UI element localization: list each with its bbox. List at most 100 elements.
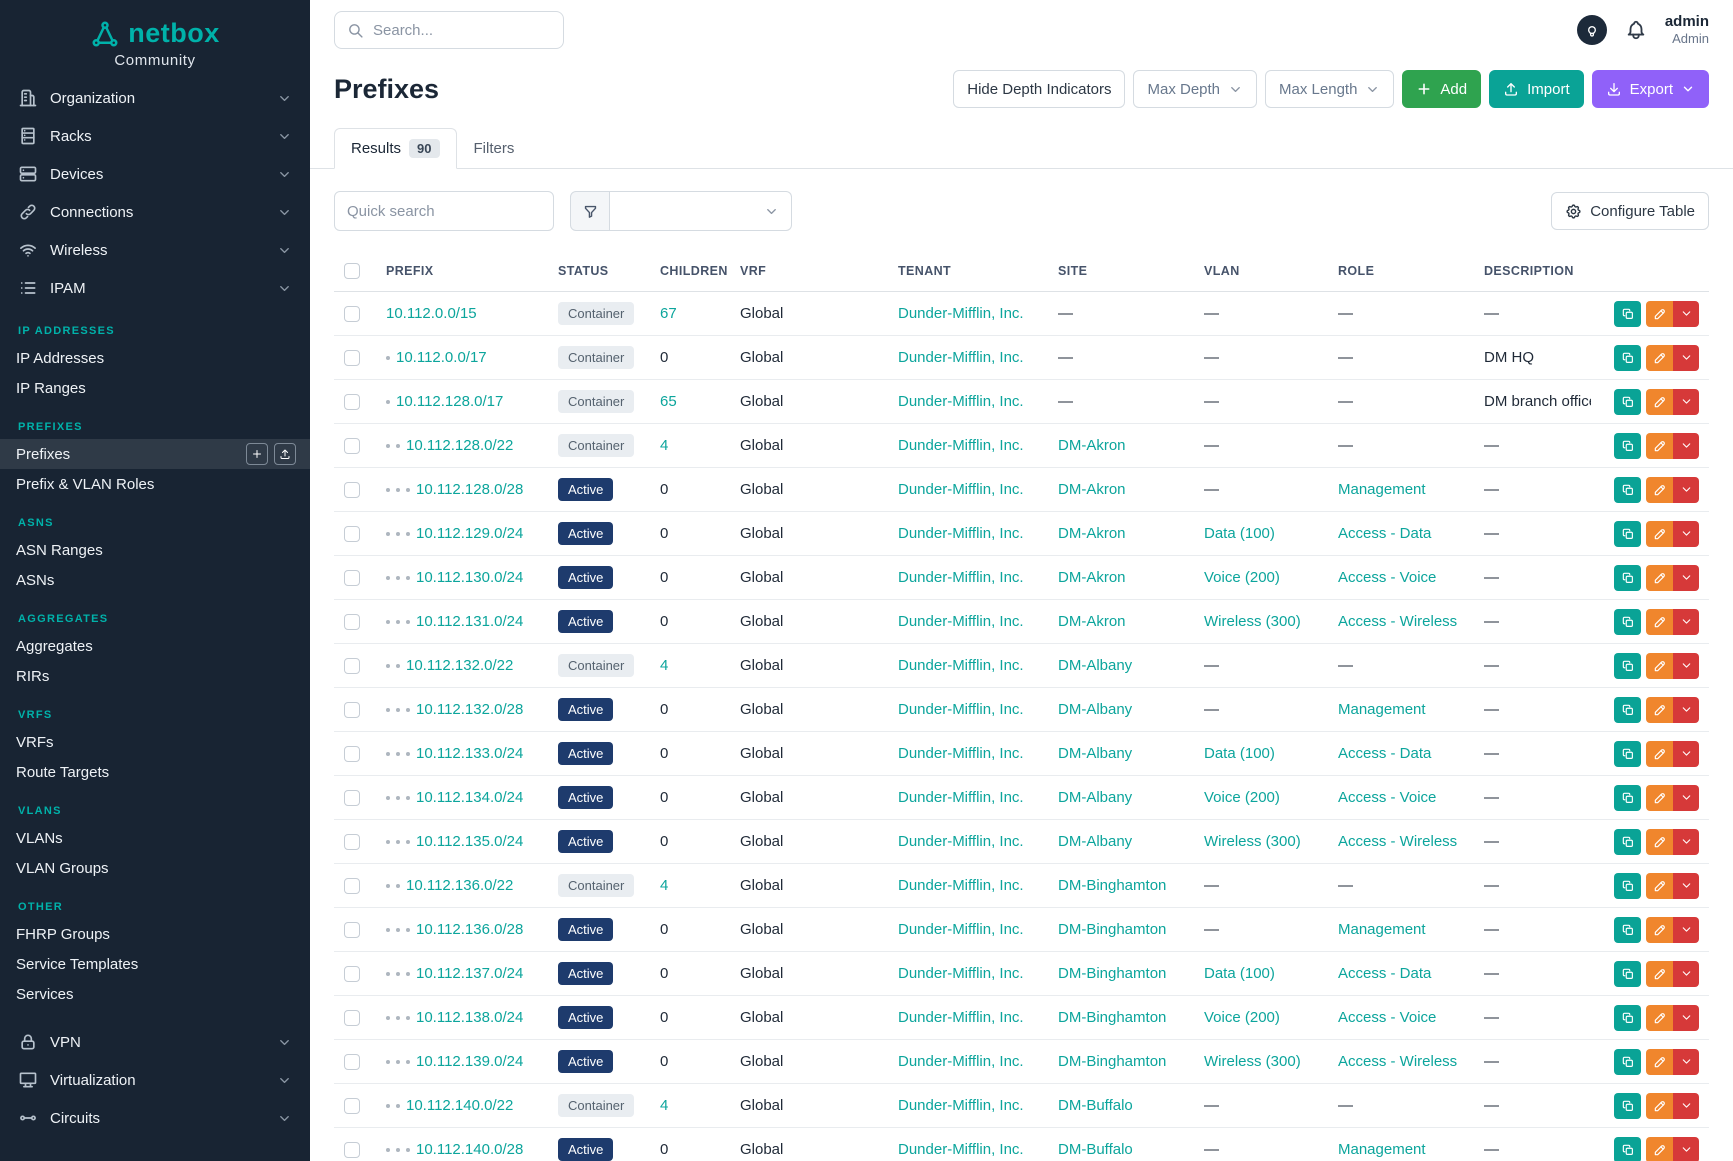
site-link[interactable]: DM-Binghamton <box>1058 1009 1166 1026</box>
row-dropdown-button[interactable] <box>1673 917 1699 943</box>
quick-import-button[interactable] <box>274 443 296 465</box>
row-checkbox[interactable] <box>344 526 360 542</box>
vlan-link[interactable]: Data (100) <box>1204 745 1275 762</box>
clone-button[interactable] <box>1614 785 1641 811</box>
row-dropdown-button[interactable] <box>1673 1005 1699 1031</box>
edit-button[interactable] <box>1646 785 1673 811</box>
tenant-link[interactable]: Dunder-Mifflin, Inc. <box>898 1097 1024 1114</box>
edit-button[interactable] <box>1646 389 1673 415</box>
sidebar-item-vpn[interactable]: VPN <box>0 1023 310 1061</box>
role-link[interactable]: Access - Data <box>1338 965 1431 982</box>
row-dropdown-button[interactable] <box>1673 565 1699 591</box>
clone-button[interactable] <box>1614 345 1641 371</box>
edit-button[interactable] <box>1646 1005 1673 1031</box>
role-link[interactable]: Access - Voice <box>1338 569 1436 586</box>
row-checkbox[interactable] <box>344 966 360 982</box>
tab-results[interactable]: Results 90 <box>334 128 457 169</box>
site-link[interactable]: DM-Albany <box>1058 657 1132 674</box>
role-link[interactable]: Access - Wireless <box>1338 1053 1457 1070</box>
children-count-link[interactable]: 4 <box>660 657 668 674</box>
prefix-link[interactable]: 10.112.136.0/22 <box>406 877 513 894</box>
tenant-link[interactable]: Dunder-Mifflin, Inc. <box>898 481 1024 498</box>
row-dropdown-button[interactable] <box>1673 961 1699 987</box>
sidebar-item-racks[interactable]: Racks <box>0 117 310 155</box>
select-all-checkbox[interactable] <box>344 263 360 279</box>
vlan-link[interactable]: Voice (200) <box>1204 1009 1280 1026</box>
sidebar-item-circuits[interactable]: Circuits <box>0 1099 310 1137</box>
row-checkbox[interactable] <box>344 570 360 586</box>
tenant-link[interactable]: Dunder-Mifflin, Inc. <box>898 701 1024 718</box>
clone-button[interactable] <box>1614 1049 1641 1075</box>
add-button[interactable]: Add <box>1402 70 1481 108</box>
prefix-link[interactable]: 10.112.140.0/22 <box>406 1097 513 1114</box>
sidebar-item-ip-addresses[interactable]: IP Addresses <box>0 343 310 373</box>
sidebar-item-prefix-vlan-roles[interactable]: Prefix & VLAN Roles <box>0 469 310 499</box>
prefix-link[interactable]: 10.112.128.0/28 <box>416 481 523 498</box>
edit-button[interactable] <box>1646 301 1673 327</box>
role-link[interactable]: Access - Data <box>1338 525 1431 542</box>
tenant-link[interactable]: Dunder-Mifflin, Inc. <box>898 305 1024 322</box>
vlan-link[interactable]: Data (100) <box>1204 965 1275 982</box>
sidebar-item-prefixes[interactable]: Prefixes <box>0 439 310 469</box>
row-dropdown-button[interactable] <box>1673 1137 1699 1161</box>
site-link[interactable]: DM-Buffalo <box>1058 1097 1133 1114</box>
prefix-link[interactable]: 10.112.137.0/24 <box>416 965 523 982</box>
edit-button[interactable] <box>1646 829 1673 855</box>
row-dropdown-button[interactable] <box>1673 653 1699 679</box>
filter-button[interactable] <box>570 191 610 231</box>
vlan-link[interactable]: Wireless (300) <box>1204 833 1301 850</box>
row-dropdown-button[interactable] <box>1673 1093 1699 1119</box>
sidebar-item-fhrp-groups[interactable]: FHRP Groups <box>0 919 310 949</box>
sidebar-item-service-templates[interactable]: Service Templates <box>0 949 310 979</box>
prefix-link[interactable]: 10.112.139.0/24 <box>416 1053 523 1070</box>
sidebar-item-organization[interactable]: Organization <box>0 79 310 117</box>
clone-button[interactable] <box>1614 301 1641 327</box>
site-link[interactable]: DM-Akron <box>1058 525 1126 542</box>
row-checkbox[interactable] <box>344 1054 360 1070</box>
prefix-link[interactable]: 10.112.128.0/17 <box>396 393 503 410</box>
edit-button[interactable] <box>1646 873 1673 899</box>
row-checkbox[interactable] <box>344 614 360 630</box>
clone-button[interactable] <box>1614 389 1641 415</box>
role-link[interactable]: Management <box>1338 1141 1426 1158</box>
clone-button[interactable] <box>1614 873 1641 899</box>
row-dropdown-button[interactable] <box>1673 433 1699 459</box>
children-count-link[interactable]: 4 <box>660 1097 668 1114</box>
row-checkbox[interactable] <box>344 746 360 762</box>
sidebar-item-route-targets[interactable]: Route Targets <box>0 757 310 787</box>
sidebar-item-wireless[interactable]: Wireless <box>0 231 310 269</box>
row-checkbox[interactable] <box>344 306 360 322</box>
hide-depth-indicators-button[interactable]: Hide Depth Indicators <box>953 70 1125 108</box>
tenant-link[interactable]: Dunder-Mifflin, Inc. <box>898 833 1024 850</box>
edit-button[interactable] <box>1646 565 1673 591</box>
sidebar-item-vlan-groups[interactable]: VLAN Groups <box>0 853 310 883</box>
clone-button[interactable] <box>1614 1093 1641 1119</box>
sidebar-item-vrfs[interactable]: VRFs <box>0 727 310 757</box>
column-header-children[interactable]: CHILDREN <box>650 251 730 292</box>
row-checkbox[interactable] <box>344 1010 360 1026</box>
sidebar-item-rirs[interactable]: RIRs <box>0 661 310 691</box>
clone-button[interactable] <box>1614 917 1641 943</box>
row-checkbox[interactable] <box>344 878 360 894</box>
prefix-link[interactable]: 10.112.129.0/24 <box>416 525 523 542</box>
children-count-link[interactable]: 4 <box>660 877 668 894</box>
clone-button[interactable] <box>1614 1005 1641 1031</box>
row-checkbox[interactable] <box>344 438 360 454</box>
column-header-vrf[interactable]: VRF <box>730 251 888 292</box>
site-link[interactable]: DM-Akron <box>1058 613 1126 630</box>
row-dropdown-button[interactable] <box>1673 785 1699 811</box>
vlan-link[interactable]: Wireless (300) <box>1204 1053 1301 1070</box>
export-dropdown[interactable]: Export <box>1592 70 1709 108</box>
prefix-link[interactable]: 10.112.131.0/24 <box>416 613 523 630</box>
tenant-link[interactable]: Dunder-Mifflin, Inc. <box>898 921 1024 938</box>
tenant-link[interactable]: Dunder-Mifflin, Inc. <box>898 393 1024 410</box>
edit-button[interactable] <box>1646 961 1673 987</box>
prefix-link[interactable]: 10.112.140.0/28 <box>416 1141 523 1158</box>
quick-add-button[interactable] <box>246 443 268 465</box>
max-length-dropdown[interactable]: Max Length <box>1265 70 1394 108</box>
column-header-tenant[interactable]: TENANT <box>888 251 1048 292</box>
row-checkbox[interactable] <box>344 834 360 850</box>
theme-toggle-button[interactable] <box>1577 15 1607 45</box>
clone-button[interactable] <box>1614 697 1641 723</box>
vlan-link[interactable]: Data (100) <box>1204 525 1275 542</box>
